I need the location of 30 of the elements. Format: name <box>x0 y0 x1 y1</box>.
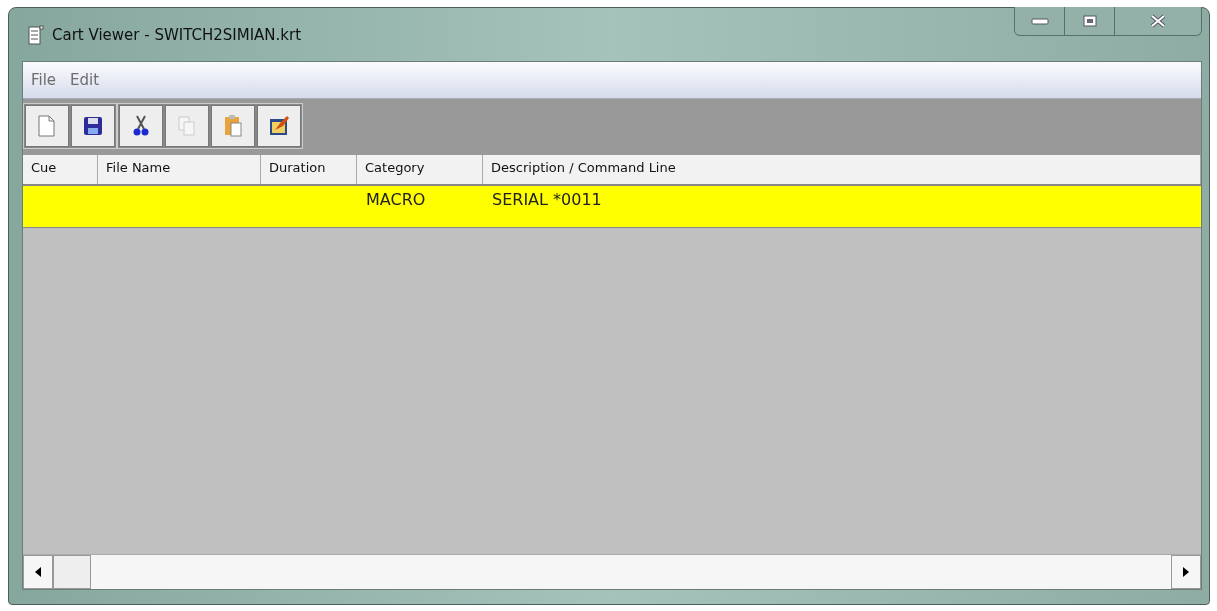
picture-edit-icon <box>267 114 291 138</box>
column-header[interactable]: Description / Command Line <box>483 155 1201 184</box>
maximize-icon <box>1082 15 1097 27</box>
scroll-right-button[interactable] <box>1171 555 1201 589</box>
menu-item[interactable]: File <box>31 71 57 89</box>
toolbar-button[interactable] <box>211 105 255 147</box>
scroll-thumb[interactable] <box>53 555 91 589</box>
scroll-left-button[interactable] <box>23 555 53 589</box>
save-icon <box>81 114 105 138</box>
right-arrow-icon <box>1183 567 1189 577</box>
left-arrow-icon <box>35 567 41 577</box>
toolbar-button[interactable] <box>257 105 301 147</box>
column-header[interactable]: File Name <box>98 155 261 184</box>
horizontal-scrollbar[interactable] <box>23 554 1201 589</box>
column-header[interactable]: Cue <box>23 155 98 184</box>
column-header[interactable]: Category <box>357 155 483 184</box>
window-title: Cart Viewer - SWITCH2SIMIAN.krt <box>52 25 302 44</box>
maximize-button[interactable] <box>1065 7 1115 35</box>
document-icon <box>28 24 44 45</box>
close-icon <box>1149 14 1167 28</box>
menu-item[interactable]: Edit <box>70 71 100 89</box>
table-cell: MACRO <box>366 190 426 209</box>
table-cell: SERIAL *0011 <box>492 190 602 209</box>
minimize-icon <box>1030 17 1049 25</box>
minimize-button[interactable] <box>1015 7 1065 35</box>
toolbar-button[interactable] <box>71 105 115 147</box>
column-header[interactable]: Duration <box>261 155 357 184</box>
toolbar-button[interactable] <box>119 105 163 147</box>
toolbar-button[interactable] <box>25 105 69 147</box>
table-row[interactable]: MACRO SERIAL *0011 <box>23 186 1201 228</box>
